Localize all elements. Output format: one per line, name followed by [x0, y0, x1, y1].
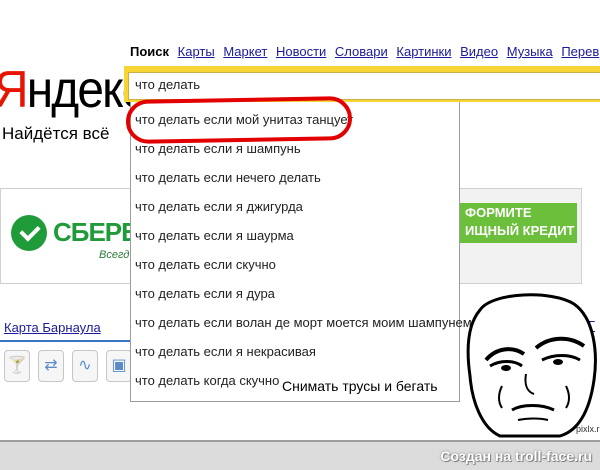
- tab-market[interactable]: Маркет: [223, 44, 267, 59]
- search-input[interactable]: что делать: [128, 72, 600, 100]
- sberbank-logo-icon: [11, 215, 47, 251]
- tab-news[interactable]: Новости: [276, 44, 326, 59]
- tab-music[interactable]: Музыка: [507, 44, 553, 59]
- footer-text: Создан на troll-face.ru: [440, 448, 592, 464]
- meme-caption: Снимать трусы и бегать: [282, 378, 438, 394]
- tab-maps[interactable]: Карты: [178, 44, 215, 59]
- suggestions-dropdown: что делать если мой унитаз танцует что д…: [130, 102, 472, 402]
- tab-dictionaries[interactable]: Словари: [335, 44, 388, 59]
- sberbank-banner[interactable]: СБЕРБА Всегд: [0, 188, 157, 284]
- tab-search[interactable]: Поиск: [130, 44, 169, 59]
- suggestion-item[interactable]: что делать если я шаурма: [135, 222, 461, 250]
- map-divider: [0, 340, 130, 342]
- tab-video[interactable]: Видео: [460, 44, 498, 59]
- suggestion-item[interactable]: что делать если волан де морт моется мои…: [135, 309, 472, 337]
- transit-icon[interactable]: ⇄: [38, 350, 64, 382]
- cocktail-icon[interactable]: 🍸: [4, 350, 30, 382]
- suggestion-item[interactable]: что делать если нечего делать: [135, 164, 461, 192]
- sberbank-slogan: Всегд: [99, 249, 130, 261]
- map-link[interactable]: Карта Барнаула: [4, 320, 101, 335]
- credit-banner[interactable]: ФОРМИТЕ ИЩНЫЙ КРЕДИТ: [458, 188, 582, 284]
- car-icon[interactable]: ▣: [106, 350, 132, 382]
- suggestion-item[interactable]: что делать если скучно: [135, 251, 461, 279]
- credit-banner-line2: ИЩНЫЙ КРЕДИТ: [465, 223, 575, 238]
- slogan: Найдётся всё: [2, 124, 110, 143]
- logo-first-letter: Я: [0, 61, 29, 119]
- red-highlight-circle: [125, 96, 353, 144]
- meme-face-icon: pixlx.ru: [466, 293, 600, 438]
- credit-banner-strip: ФОРМИТЕ ИЩНЫЙ КРЕДИТ: [459, 203, 577, 243]
- suggestion-item[interactable]: что делать если я некрасивая: [135, 338, 461, 366]
- route-icon[interactable]: ∿: [72, 350, 98, 382]
- suggestion-item[interactable]: что делать если я дура: [135, 280, 461, 308]
- suggestion-item[interactable]: что делать если я джигурда: [135, 193, 461, 221]
- meme-face-image: pixlx.ru: [462, 290, 600, 438]
- tab-translate[interactable]: Перев: [561, 44, 599, 59]
- tab-images[interactable]: Картинки: [396, 44, 451, 59]
- yandex-logo[interactable]: Яндекс: [0, 60, 146, 120]
- watermark-text: pixlx.ru: [576, 424, 600, 434]
- footer-bar: Создан на troll-face.ru: [0, 440, 600, 470]
- search-tabs: Поиск Карты Маркет Новости Словари Карти…: [130, 44, 600, 59]
- credit-banner-line1: ФОРМИТЕ: [465, 205, 532, 220]
